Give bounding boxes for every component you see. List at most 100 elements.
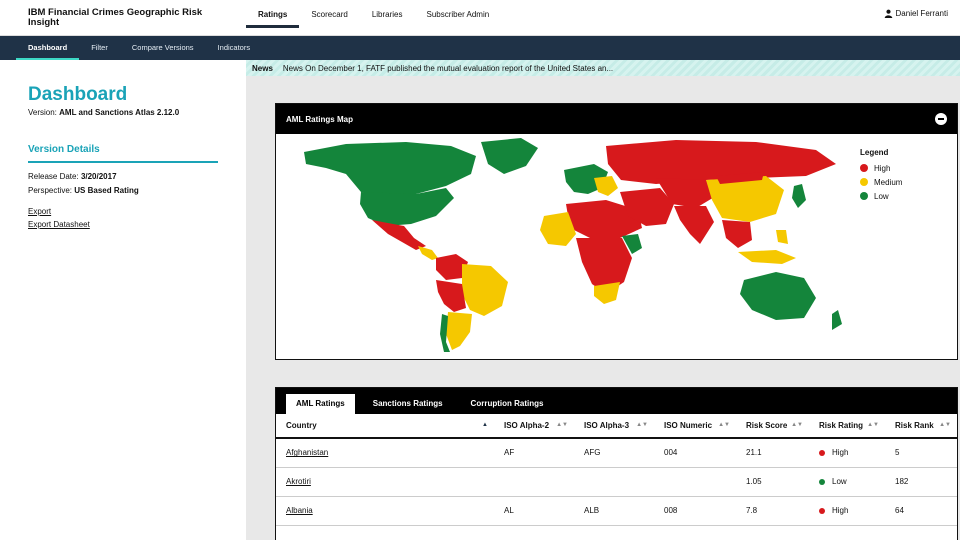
col-risk-rating-label: Risk Rating — [819, 421, 864, 430]
release-value: 3/20/2017 — [80, 172, 117, 181]
tab-aml-ratings[interactable]: AML Ratings — [286, 394, 355, 414]
tab-libraries[interactable]: Libraries — [360, 0, 415, 28]
ratings-table-panel: AML Ratings Sanctions Ratings Corruption… — [275, 387, 958, 540]
subnav-compare-versions[interactable]: Compare Versions — [120, 36, 206, 60]
export-datasheet-link[interactable]: Export Datasheet — [28, 220, 90, 229]
user-icon — [884, 9, 892, 18]
top-nav: Ratings Scorecard Libraries Subscriber A… — [246, 0, 501, 36]
cell-risk-rank: 5 — [885, 438, 957, 468]
cell-country[interactable]: Albania — [276, 496, 494, 526]
cell-iso-alpha-2: AF — [494, 438, 574, 468]
map-region-central-america[interactable] — [418, 246, 438, 260]
map-panel: AML Ratings Map Legend High Medium Low — [275, 103, 958, 360]
map-region-europe-east[interactable] — [594, 176, 618, 196]
col-risk-score-label: Risk Score — [746, 421, 788, 430]
legend-title: Legend — [860, 148, 889, 157]
sort-asc-icon[interactable]: ▲ — [482, 422, 488, 428]
country-link[interactable]: Albania — [286, 506, 313, 515]
map-region-japan[interactable] — [792, 184, 806, 208]
col-risk-rating[interactable]: Risk Rating ▲▼ — [809, 414, 885, 439]
cell-iso-alpha-3: AFG — [574, 438, 654, 468]
col-iso-alpha-3[interactable]: ISO Alpha-3 ▲▼ — [574, 414, 654, 439]
version-label: Version: — [28, 108, 57, 117]
subnav-indicators[interactable]: Indicators — [206, 36, 263, 60]
collapse-icon[interactable] — [935, 113, 947, 125]
col-country[interactable]: Country ▲ — [276, 414, 494, 439]
sort-icon[interactable]: ▲▼ — [718, 422, 730, 428]
map-region-australia[interactable] — [740, 272, 816, 320]
cell-risk-rating: High — [809, 496, 885, 526]
country-link[interactable]: Afghanistan — [286, 448, 328, 457]
cell-country[interactable]: Afghanistan — [276, 438, 494, 468]
map-region-southeast-asia[interactable] — [722, 220, 752, 248]
col-country-label: Country — [286, 421, 317, 430]
tab-corruption-ratings[interactable]: Corruption Ratings — [461, 394, 554, 414]
tab-ratings[interactable]: Ratings — [246, 0, 300, 28]
sub-nav: Dashboard Filter Compare Versions Indica… — [0, 36, 960, 60]
user-name: Daniel Ferranti — [895, 9, 948, 18]
table-header-row: Country ▲ ISO Alpha-2 ▲▼ ISO Alpha-3 ▲▼ ISO… — [276, 414, 957, 439]
sort-icon[interactable]: ▲▼ — [556, 422, 568, 428]
ratings-table: Country ▲ ISO Alpha-2 ▲▼ ISO Alpha-3 ▲▼ ISO… — [276, 414, 957, 526]
map-region-brazil[interactable] — [462, 264, 508, 316]
map-region-greenland[interactable] — [481, 138, 538, 174]
cell-country[interactable]: Akrotiri — [276, 467, 494, 497]
table-row[interactable]: Albania AL ALB 008 7.8 High 64 — [276, 496, 957, 526]
rating-label: Low — [832, 477, 847, 486]
subnav-dashboard[interactable]: Dashboard — [16, 36, 80, 60]
legend-item-low: Low — [860, 189, 902, 203]
main-content: News News On December 1, FATF published … — [246, 60, 960, 540]
cell-risk-rating: High — [809, 438, 885, 468]
subnav-filter[interactable]: Filter — [79, 36, 120, 60]
world-map[interactable] — [276, 134, 957, 359]
cell-risk-rating: Low — [809, 467, 885, 497]
ratings-tabs: AML Ratings Sanctions Ratings Corruption… — [276, 388, 957, 414]
sort-icon[interactable]: ▲▼ — [939, 422, 951, 428]
map-region-india[interactable] — [674, 206, 714, 244]
map-region-argentina-chile[interactable] — [446, 312, 472, 350]
map-region-usa[interactable] — [360, 188, 454, 226]
tab-subscriber-admin[interactable]: Subscriber Admin — [415, 0, 502, 28]
col-iso-alpha-2[interactable]: ISO Alpha-2 ▲▼ — [494, 414, 574, 439]
sidebar: Dashboard Version: AML and Sanctions Atl… — [0, 60, 246, 540]
legend-dot-high — [860, 164, 868, 172]
app-title: IBM Financial Crimes Geographic Risk Ins… — [28, 7, 203, 28]
map-header: AML Ratings Map — [276, 104, 957, 134]
map-region-canada[interactable] — [304, 142, 476, 196]
map-region-china[interactable] — [706, 176, 784, 222]
map-region-peru-bolivia[interactable] — [436, 280, 466, 312]
news-text[interactable]: News On December 1, FATF published the m… — [283, 64, 613, 73]
export-link[interactable]: Export — [28, 207, 51, 216]
cell-iso-numeric: 004 — [654, 438, 736, 468]
legend-label-low: Low — [874, 191, 889, 201]
cell-risk-score: 21.1 — [736, 438, 809, 468]
cell-risk-rank: 64 — [885, 496, 957, 526]
table-row[interactable]: Akrotiri 1.05 Low 182 — [276, 467, 957, 497]
col-iso-numeric[interactable]: ISO Numeric ▲▼ — [654, 414, 736, 439]
release-date: Release Date: 3/20/2017 — [28, 172, 117, 181]
cell-iso-alpha-2: AL — [494, 496, 574, 526]
map-region-new-zealand[interactable] — [832, 310, 842, 330]
map-region-philippines[interactable] — [776, 230, 788, 244]
cell-iso-numeric: 008 — [654, 496, 736, 526]
cell-risk-score: 1.05 — [736, 467, 809, 497]
map-legend: Legend High Medium Low — [860, 148, 902, 203]
tab-sanctions-ratings[interactable]: Sanctions Ratings — [363, 394, 453, 414]
legend-label-high: High — [874, 163, 891, 173]
legend-item-medium: Medium — [860, 175, 902, 189]
col-risk-score[interactable]: Risk Score ▲▼ — [736, 414, 809, 439]
user-menu[interactable]: Daniel Ferranti — [884, 9, 948, 18]
cell-risk-score: 7.8 — [736, 496, 809, 526]
news-ticker[interactable]: News News On December 1, FATF published … — [246, 60, 960, 76]
sort-icon[interactable]: ▲▼ — [636, 422, 648, 428]
table-row[interactable]: Afghanistan AF AFG 004 21.1 High 5 — [276, 438, 957, 468]
map-region-indonesia[interactable] — [738, 250, 796, 264]
release-label: Release Date: — [28, 172, 79, 181]
tab-scorecard[interactable]: Scorecard — [299, 0, 359, 28]
cell-iso-alpha-3 — [574, 467, 654, 497]
country-link[interactable]: Akrotiri — [286, 477, 311, 486]
cell-iso-alpha-2 — [494, 467, 574, 497]
sort-icon[interactable]: ▲▼ — [867, 422, 879, 428]
col-risk-rank[interactable]: Risk Rank ▲▼ — [885, 414, 957, 439]
sort-icon[interactable]: ▲▼ — [791, 422, 803, 428]
